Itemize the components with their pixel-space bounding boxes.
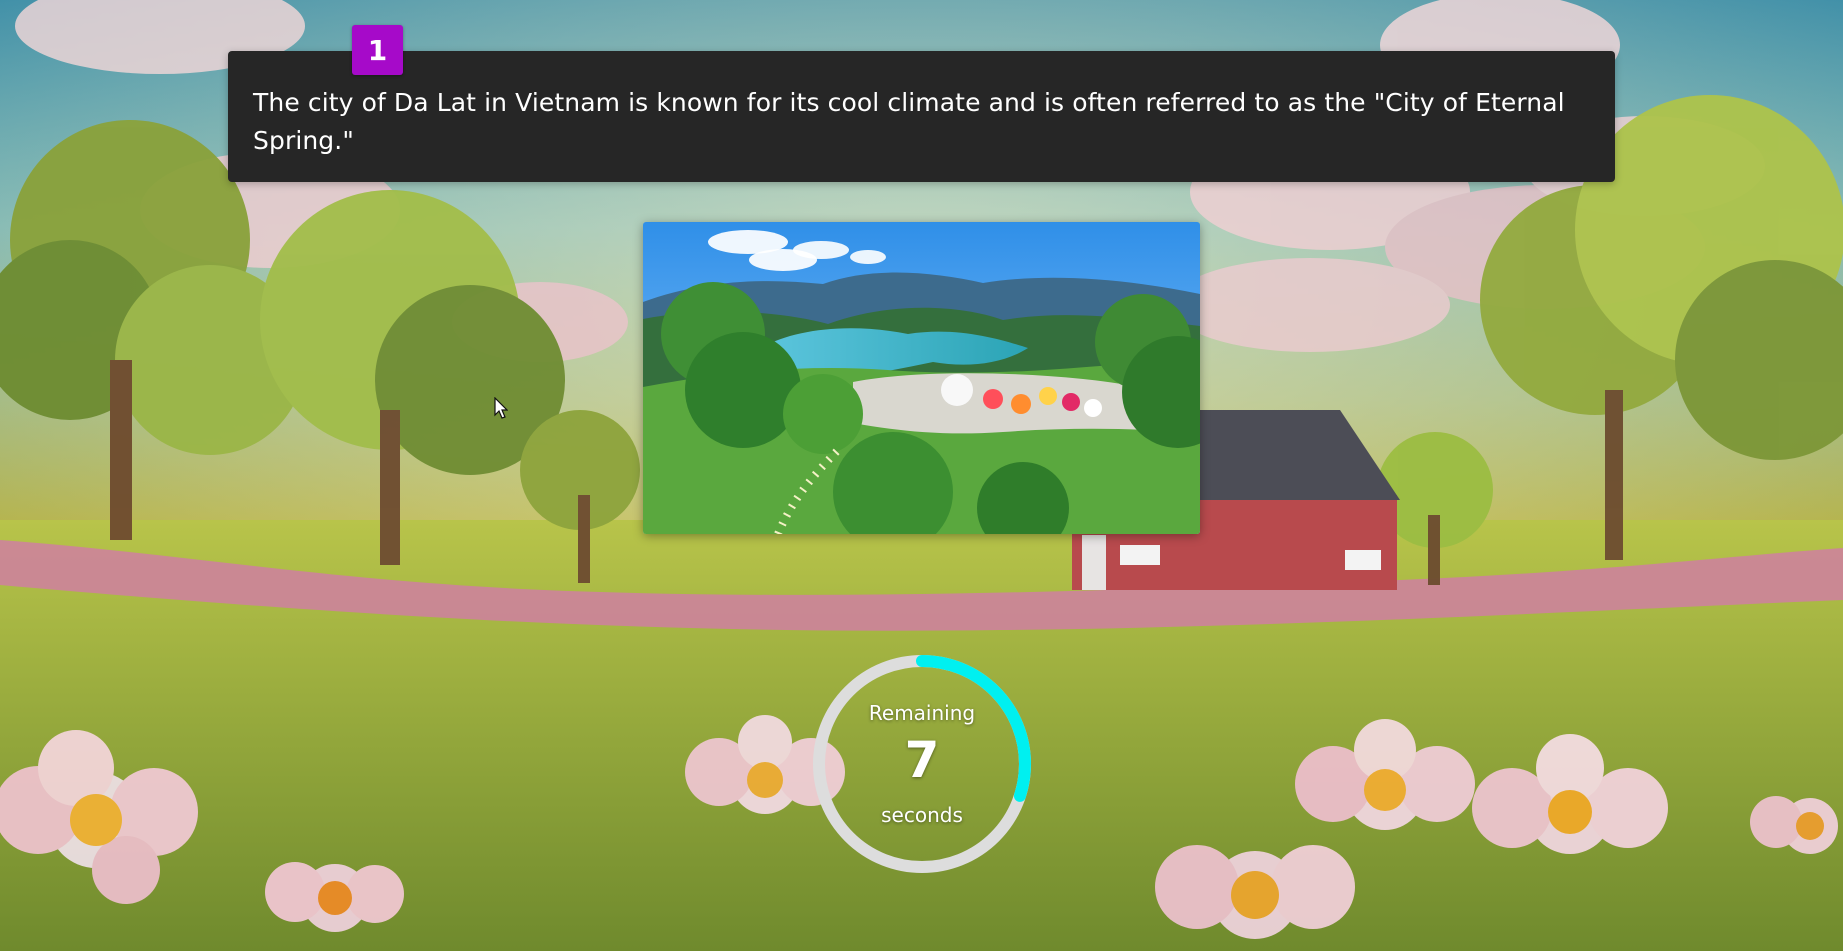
timer-remaining-label: Remaining — [868, 701, 976, 725]
countdown-timer: Remaining 7 seconds — [809, 651, 1035, 877]
landscape-photo-illustration — [643, 222, 1200, 534]
question-number-badge: 1 — [352, 25, 403, 75]
question-card: The city of Da Lat in Vietnam is known f… — [228, 51, 1615, 182]
question-text: The city of Da Lat in Vietnam is known f… — [253, 88, 1565, 155]
question-image — [643, 222, 1200, 534]
mouse-pointer-icon — [494, 397, 508, 419]
timer-seconds-label: seconds — [881, 803, 963, 827]
quiz-screen: The city of Da Lat in Vietnam is known f… — [0, 0, 1843, 951]
timer-seconds-value: 7 — [904, 731, 940, 789]
